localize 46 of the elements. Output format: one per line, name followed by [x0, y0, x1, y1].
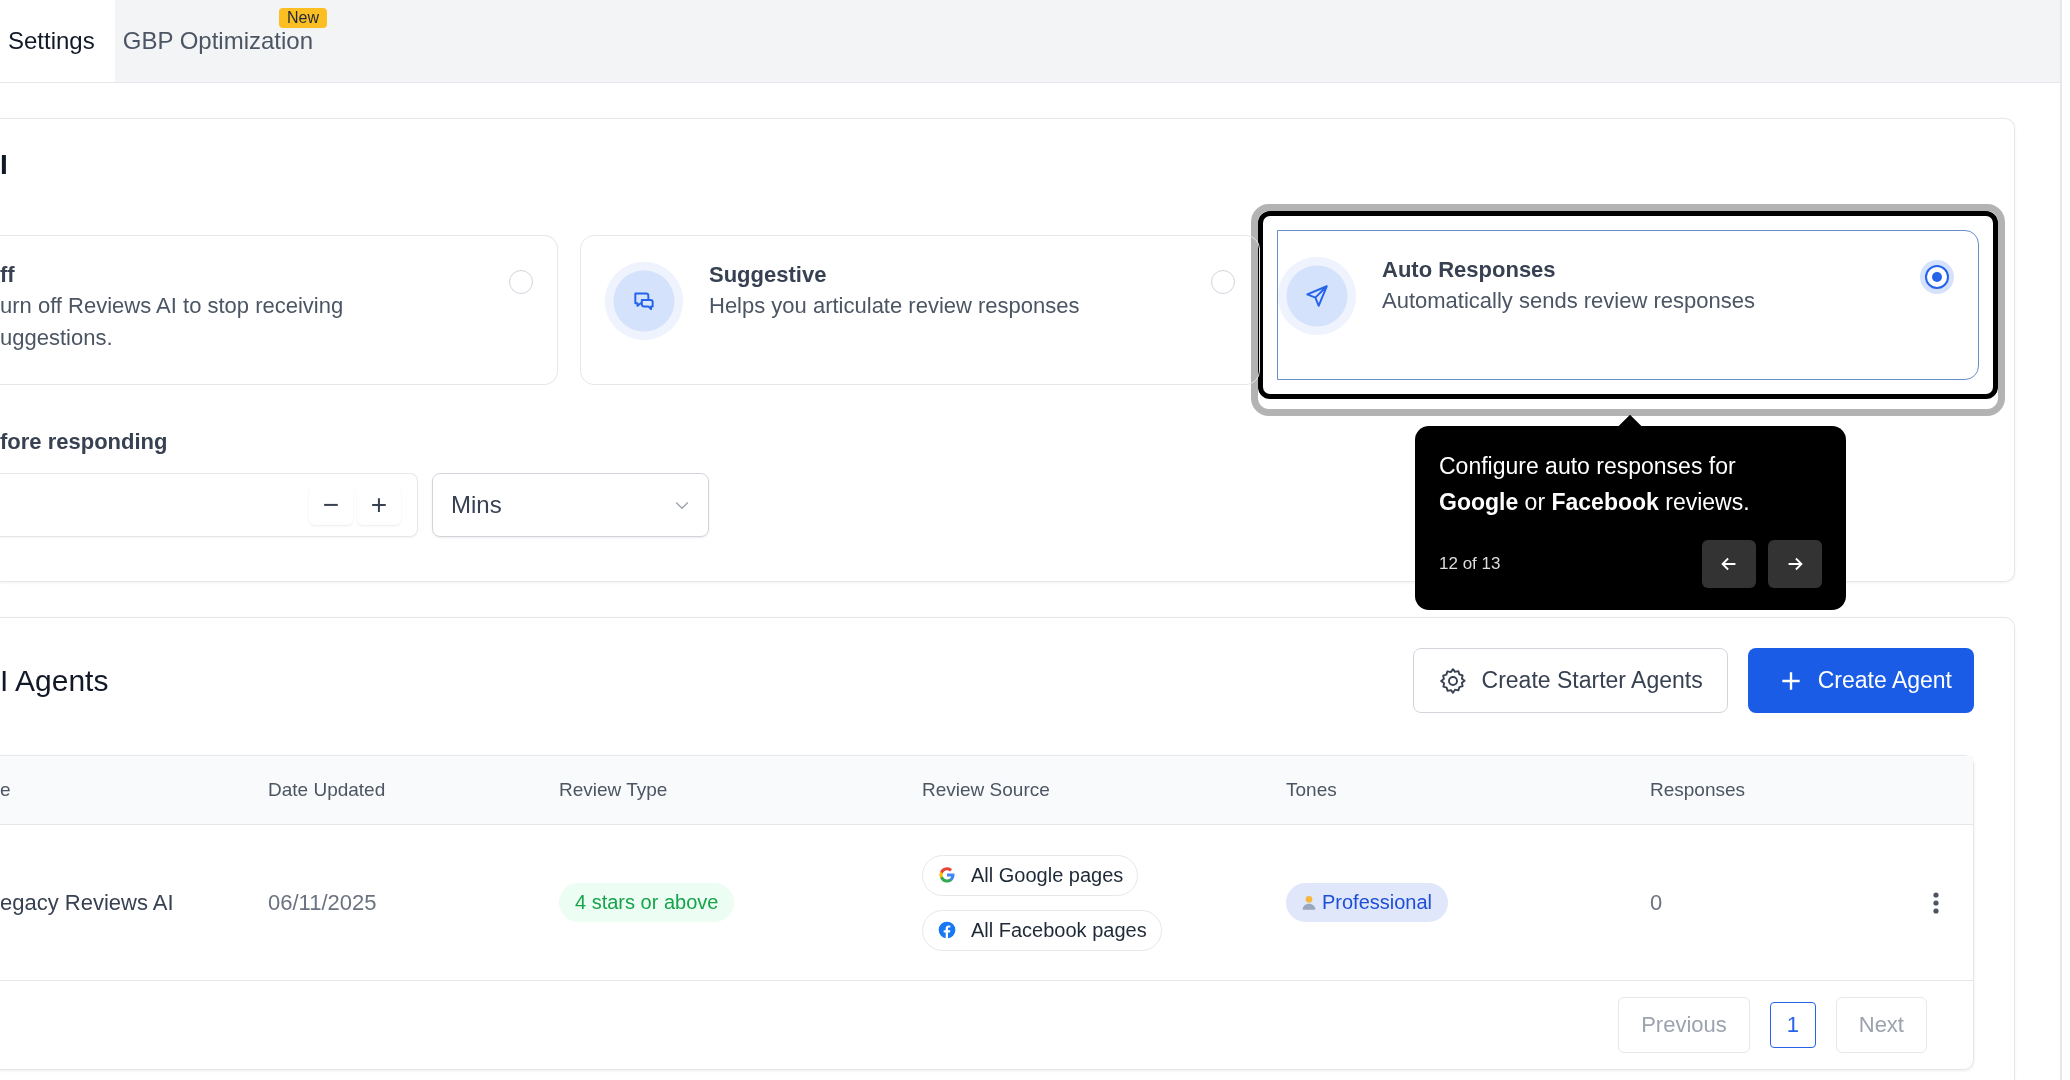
column-header: Date Updated — [268, 779, 387, 801]
column-header: Review Type — [559, 779, 669, 801]
dropdown-value: Mins — [451, 491, 502, 519]
gear-icon — [1437, 665, 1468, 696]
tooltip-text: Configure auto responses for Google or Facebook reviews. — [1439, 452, 1751, 517]
option-description: Helps you articulate review responses — [709, 292, 1081, 320]
review-type-tag: 4 stars or above — [559, 883, 735, 922]
tab[interactable]: New GBP Optimization — [114, 0, 336, 82]
column-header: e — [0, 779, 12, 801]
unit-dropdown[interactable]: Mins — [432, 473, 709, 537]
source-label: All Google pages — [971, 863, 1124, 887]
option-title: Suggestive — [709, 262, 828, 288]
facebook-logo-icon — [937, 920, 957, 940]
number-input-field[interactable]: − + — [0, 473, 418, 537]
table-cell-text: 06/11/2025 — [268, 889, 378, 916]
section-title: I — [0, 149, 9, 182]
person-icon — [1300, 893, 1318, 912]
mode-option-card[interactable]: Suggestive Helps you articulate review responses — [580, 235, 1260, 385]
table-cell-text: 0 — [1650, 889, 1664, 916]
source-label: All Facebook pages — [971, 918, 1147, 942]
create-starter-agents-button[interactable]: Create Starter Agents — [1412, 648, 1728, 713]
paper-plane-icon — [1304, 283, 1330, 309]
option-description: Automatically sends review responses — [1382, 287, 1756, 315]
mode-option-card[interactable]: Auto Responses Automatically sends review responses — [1277, 230, 1979, 380]
option-description: urn off Reviews AI to stop receiving uggestions. — [0, 292, 345, 352]
create-agent-button[interactable]: Create Agent — [1747, 648, 1974, 713]
option-title: Auto Responses — [1382, 257, 1557, 283]
plus-button[interactable]: + — [357, 485, 401, 525]
tone-label: Professional — [1322, 891, 1433, 914]
tab[interactable]: Settings — [0, 0, 115, 82]
page-number-button[interactable]: 1 — [1769, 1002, 1816, 1048]
new-badge: New — [279, 8, 328, 28]
mode-option-card[interactable]: ff urn off Reviews AI to stop receiving uggestions. — [0, 235, 558, 385]
next-step-button[interactable] — [1768, 540, 1822, 588]
radio-button[interactable] — [1920, 260, 1954, 294]
option-title: ff — [0, 262, 16, 288]
section-title: I Agents — [0, 663, 109, 698]
step-counter: 12 of 13 — [1439, 554, 1501, 574]
table-cell-text: egacy Reviews AI — [0, 889, 175, 916]
google-logo-icon — [937, 865, 957, 885]
minus-button[interactable]: − — [309, 485, 353, 525]
column-header: Tones — [1286, 779, 1338, 801]
field-label: fore responding — [0, 429, 169, 455]
column-header: Review Source — [922, 779, 1051, 801]
previous-step-button[interactable] — [1702, 540, 1756, 588]
column-header: Responses — [1650, 779, 1747, 801]
